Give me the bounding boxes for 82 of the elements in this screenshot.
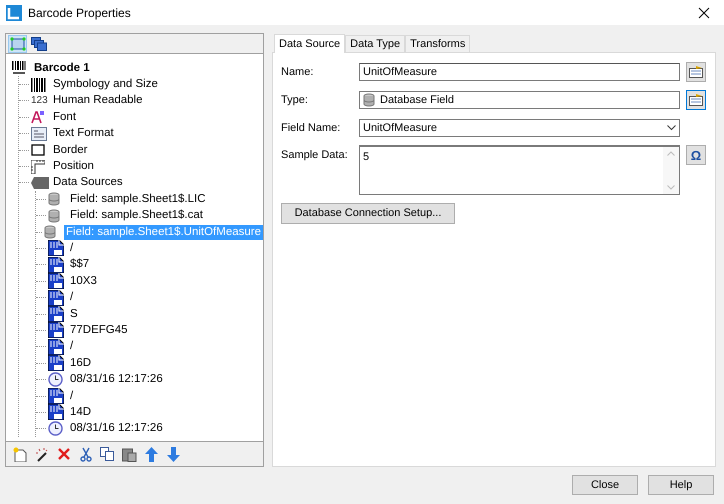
document-icon	[48, 240, 64, 256]
dialog-button[interactable]: Close	[572, 475, 638, 495]
tree-item[interactable]: 08/31/16 12:17:26	[68, 421, 165, 436]
tree-item[interactable]: Data Sources	[51, 175, 125, 190]
tree-item[interactable]: /	[68, 339, 76, 354]
tree-item[interactable]: Font	[51, 110, 78, 125]
toolbar-button[interactable]	[34, 446, 49, 462]
tab[interactable]: Data Source	[274, 34, 346, 53]
arrow-down-icon	[167, 446, 180, 462]
document-icon	[48, 273, 64, 290]
delete-icon	[56, 447, 70, 461]
database-icon	[48, 208, 60, 223]
tree-item[interactable]: $$7	[68, 257, 92, 272]
barcode-icon	[12, 61, 26, 76]
toolbar-button[interactable]	[8, 34, 27, 52]
database-icon	[48, 192, 60, 206]
document-icon	[48, 404, 64, 420]
tree-item[interactable]: /	[68, 290, 76, 306]
sample-data-field[interactable]: 5	[359, 145, 680, 195]
document-icon	[48, 355, 64, 372]
document-icon	[48, 306, 64, 322]
database-connection-setup-button[interactable]: Database Connection Setup...	[281, 203, 455, 224]
field-name-dropdown[interactable]: UnitOfMeasure	[359, 119, 680, 137]
layout-icon	[10, 36, 26, 50]
tree-item[interactable]: Text Format	[51, 126, 116, 142]
new-file-icon	[12, 446, 26, 462]
tab[interactable]: Data Type	[345, 35, 406, 52]
font-icon	[31, 110, 45, 124]
document-icon	[48, 322, 64, 338]
document-icon	[48, 256, 64, 273]
document-icon	[48, 388, 64, 404]
tree-item[interactable]: Symbology and Size	[51, 77, 160, 92]
copy-icon	[100, 447, 115, 461]
window-title: Barcode Properties	[28, 4, 131, 22]
chevron-down-icon	[667, 125, 676, 131]
tree-item[interactable]: Position	[51, 159, 96, 174]
ruler-icon	[31, 160, 45, 174]
tree-item[interactable]: Human Readable	[51, 93, 145, 108]
paste-icon	[122, 446, 137, 462]
tree-item[interactable]: S	[68, 306, 80, 322]
app-icon	[6, 4, 22, 20]
tree-item[interactable]: 14D	[68, 404, 94, 420]
document-icon	[48, 290, 64, 306]
digits-icon: 123	[31, 93, 49, 108]
database-icon	[363, 93, 375, 107]
layers-icon	[30, 36, 46, 50]
database-icon	[44, 225, 56, 240]
scissors-icon	[80, 446, 92, 462]
tree-item[interactable]: 16D	[68, 356, 94, 371]
toolbar-button[interactable]	[100, 446, 115, 462]
border-icon	[31, 144, 45, 156]
tree-item[interactable]: Border	[51, 142, 90, 158]
toolbar-button[interactable]	[12, 446, 27, 462]
arrow-up-icon	[145, 446, 158, 462]
text-format-icon	[31, 126, 47, 141]
toolbar-button[interactable]	[29, 34, 48, 52]
field-label: Name:	[281, 64, 314, 80]
tree-item[interactable]: /	[68, 240, 76, 256]
tree-item[interactable]: 77DEFG45	[68, 322, 130, 338]
barcode-icon	[31, 78, 47, 92]
tree-item[interactable]: /	[68, 388, 76, 404]
dialog-button[interactable]: Help	[648, 475, 714, 495]
clock-icon	[48, 372, 63, 388]
magic-wand-icon	[34, 446, 48, 462]
document-icon	[48, 338, 64, 355]
browse-button[interactable]	[686, 90, 706, 110]
tab[interactable]: Transforms	[405, 35, 470, 52]
close-icon[interactable]	[698, 6, 712, 20]
field-label: Sample Data:	[281, 148, 349, 163]
tree-item[interactable]: Field: sample.Sheet1$.cat	[68, 208, 205, 224]
field-label: Type:	[281, 92, 309, 108]
tree-item[interactable]: 08/31/16 12:17:26	[68, 372, 165, 388]
symbol-button[interactable]: Ω	[686, 145, 706, 165]
browse-button[interactable]	[686, 62, 706, 82]
type-field[interactable]: Database Field	[359, 91, 680, 109]
tree-item[interactable]: Barcode 1	[32, 60, 92, 76]
toolbar-button[interactable]	[122, 446, 137, 462]
field-label: Field Name:	[281, 120, 342, 136]
tree-item[interactable]: Field: sample.Sheet1$.LIC	[68, 192, 208, 207]
name-field[interactable]: UnitOfMeasure	[359, 63, 680, 81]
clock-icon	[48, 421, 63, 436]
tree-item[interactable]: 10X3	[68, 274, 99, 289]
